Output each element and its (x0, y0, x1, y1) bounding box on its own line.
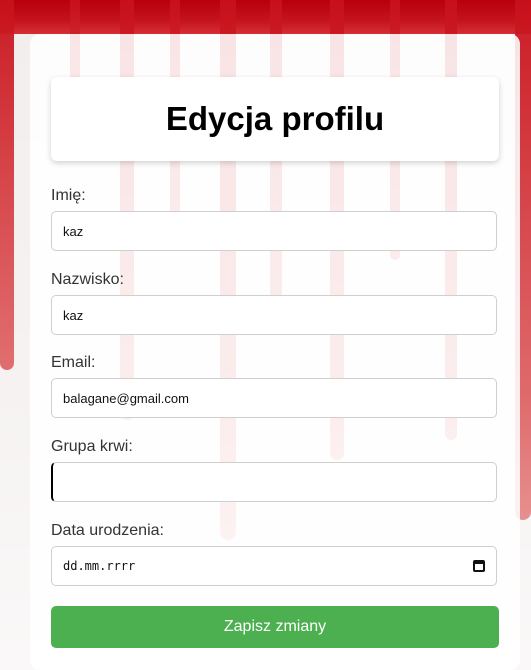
first-name-input[interactable]: kaz (51, 211, 497, 251)
birth-date-label: Data urodzenia: (51, 522, 164, 539)
calendar-icon[interactable] (473, 560, 485, 572)
birth-date-placeholder: dd.mm.rrrr (63, 559, 136, 573)
first-name-label: Imię: (51, 187, 86, 204)
last-name-label: Nazwisko: (51, 271, 124, 288)
email-input[interactable]: balagane@gmail.com (51, 378, 497, 418)
title-box: Edycja profilu (51, 77, 499, 161)
blood-group-label: Grupa krwi: (51, 438, 133, 455)
page-title: Edycja profilu (165, 100, 385, 137)
email-label: Email: (51, 354, 96, 371)
blood-group-input[interactable] (51, 462, 497, 502)
birth-date-input[interactable]: dd.mm.rrrr (51, 546, 497, 586)
save-button[interactable]: Zapisz zmiany (51, 606, 499, 648)
last-name-input[interactable]: kaz (51, 295, 497, 335)
